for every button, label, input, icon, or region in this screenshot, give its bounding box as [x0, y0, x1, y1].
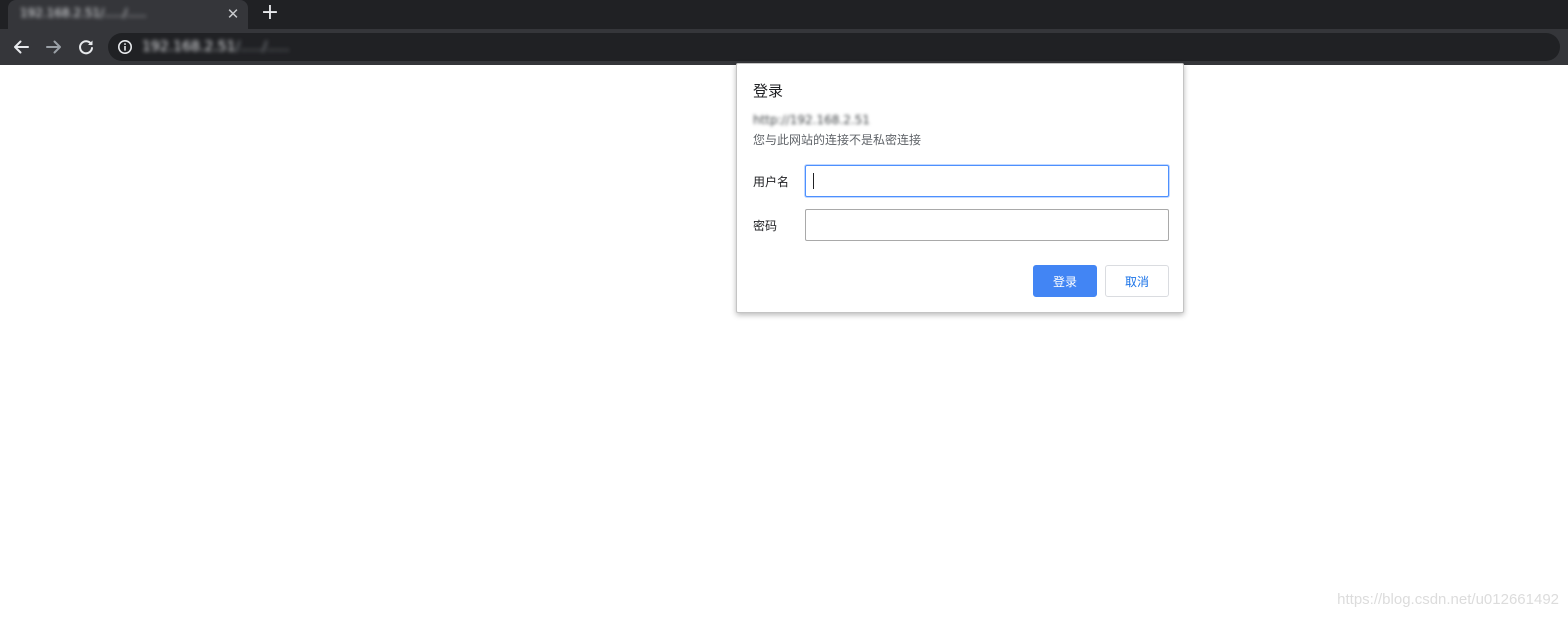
tab-strip: 192.168.2.51/...../..... ✕ +	[0, 0, 1568, 29]
arrow-right-icon[interactable]	[42, 35, 66, 59]
browser-toolbar: 192.168.2.51/...../.....	[0, 29, 1568, 65]
password-input[interactable]	[805, 209, 1169, 241]
dialog-warning: 您与此网站的连接不是私密连接	[753, 133, 922, 147]
plus-icon[interactable]: +	[258, 2, 282, 26]
url-host: 192.168.2.51	[142, 39, 236, 55]
dialog-origin: http://192.168.2.51	[753, 113, 870, 127]
url-text: 192.168.2.51/...../.....	[142, 39, 289, 55]
arrow-left-icon[interactable]	[9, 35, 33, 59]
username-input[interactable]	[805, 165, 1169, 197]
text-caret	[813, 173, 814, 189]
tab-title: 192.168.2.51/...../.....	[20, 6, 147, 20]
info-icon[interactable]	[117, 39, 133, 55]
cancel-button[interactable]: 取消	[1105, 265, 1169, 297]
dialog-title: 登录	[753, 82, 784, 100]
address-bar[interactable]: 192.168.2.51/...../.....	[108, 33, 1560, 61]
login-button[interactable]: 登录	[1033, 265, 1097, 297]
auth-dialog: 登录 http://192.168.2.51 您与此网站的连接不是私密连接 用户…	[736, 63, 1184, 313]
url-path: /...../.....	[235, 39, 290, 55]
password-label: 密码	[753, 219, 778, 233]
watermark: https://blog.csdn.net/u012661492	[1337, 591, 1559, 608]
close-icon[interactable]: ✕	[223, 4, 243, 24]
browser-tab[interactable]: 192.168.2.51/...../..... ✕	[8, 0, 248, 29]
reload-icon[interactable]	[74, 35, 98, 59]
username-label: 用户名	[753, 175, 790, 189]
